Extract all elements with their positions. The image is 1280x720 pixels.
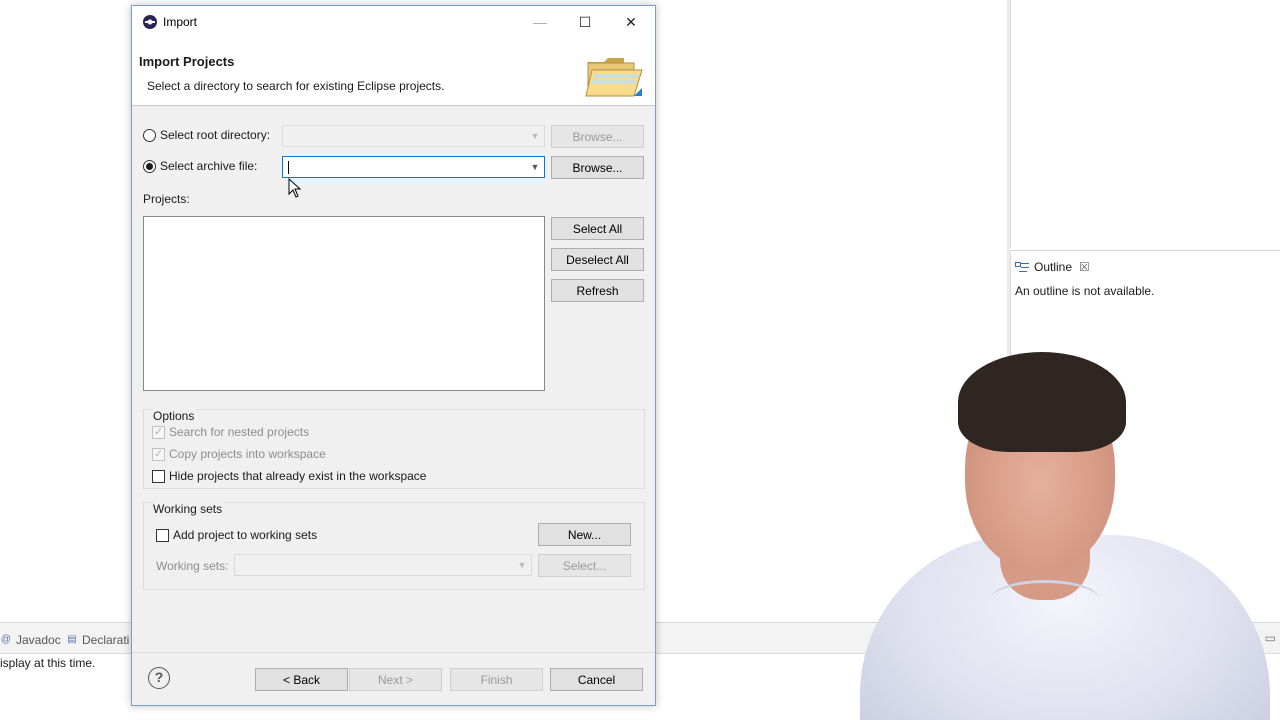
- hide-existing-label: Hide projects that already exist in the …: [169, 469, 427, 483]
- top-right-pane: [1010, 0, 1280, 248]
- tab-declaration[interactable]: ▤ Declarati: [66, 633, 129, 647]
- options-title: Options: [153, 409, 197, 423]
- text-caret: [288, 161, 289, 174]
- archive-file-radio[interactable]: [143, 159, 156, 173]
- tab-javadoc[interactable]: @ Javadoc: [0, 633, 61, 647]
- close-icon[interactable]: ☒: [1079, 260, 1090, 274]
- next-button: Next >: [349, 668, 442, 691]
- search-nested-checkbox: [152, 425, 165, 439]
- archive-file-combo[interactable]: ▼: [282, 156, 545, 178]
- tab-outline[interactable]: Outline ☒: [1015, 260, 1090, 274]
- deselect-all-button[interactable]: Deselect All: [551, 248, 644, 271]
- root-directory-radio[interactable]: [143, 128, 156, 142]
- webcam-overlay: [840, 330, 1280, 720]
- add-to-working-sets-option[interactable]: Add project to working sets: [156, 528, 317, 542]
- finish-button: Finish: [450, 668, 543, 691]
- root-browse-button: Browse...: [551, 125, 644, 148]
- archive-file-label: Select archive file:: [160, 159, 258, 173]
- dialog-titlebar[interactable]: Import — ☐ ✕: [132, 6, 655, 38]
- chevron-down-icon: ▼: [530, 131, 540, 141]
- maximize-button[interactable]: ☐: [562, 6, 608, 38]
- presenter-collar: [990, 580, 1100, 620]
- outline-tab-label: Outline: [1034, 260, 1073, 274]
- copy-projects-option: Copy projects into workspace: [152, 447, 326, 461]
- archive-browse-button[interactable]: Browse...: [551, 156, 644, 179]
- new-working-set-button[interactable]: New...: [538, 523, 631, 546]
- bottom-message: isplay at this time.: [0, 656, 96, 670]
- back-button[interactable]: < Back: [255, 668, 348, 691]
- root-directory-combo: ▼: [282, 125, 545, 147]
- projects-list[interactable]: [143, 216, 545, 391]
- working-sets-label: Working sets:: [156, 559, 229, 573]
- working-sets-combo: ▼: [234, 554, 532, 576]
- folder-icon: [585, 58, 643, 97]
- search-nested-option: Search for nested projects: [152, 425, 309, 439]
- refresh-button[interactable]: Refresh: [551, 279, 644, 302]
- wizard-banner: Import Projects Select a directory to se…: [132, 38, 655, 106]
- select-working-set-button: Select...: [538, 554, 631, 577]
- help-icon[interactable]: ?: [148, 667, 170, 689]
- add-to-working-sets-checkbox[interactable]: [156, 528, 169, 542]
- copy-projects-label: Copy projects into workspace: [169, 447, 326, 461]
- presenter-hair: [958, 352, 1126, 452]
- archive-file-option[interactable]: Select archive file:: [143, 159, 257, 173]
- copy-projects-checkbox: [152, 447, 165, 461]
- page-description: Select a directory to search for existin…: [147, 79, 445, 93]
- add-to-working-sets-label: Add project to working sets: [173, 528, 318, 542]
- mouse-cursor-icon: [288, 178, 302, 198]
- footer-separator: [132, 652, 655, 653]
- tab-declaration-label: Declarati: [82, 633, 130, 647]
- dialog-title: Import: [163, 15, 198, 29]
- cancel-button[interactable]: Cancel: [550, 668, 643, 691]
- page-title: Import Projects: [139, 54, 235, 69]
- javadoc-icon: @: [0, 634, 12, 645]
- chevron-down-icon[interactable]: ▼: [529, 160, 541, 174]
- options-group: Options Search for nested projects Copy …: [143, 409, 645, 489]
- root-directory-option[interactable]: Select root directory:: [143, 128, 270, 142]
- chevron-down-icon: ▼: [517, 560, 527, 570]
- close-button[interactable]: ✕: [608, 6, 654, 38]
- projects-label: Projects:: [143, 192, 190, 206]
- select-all-button[interactable]: Select All: [551, 217, 644, 240]
- tab-javadoc-label: Javadoc: [16, 633, 61, 647]
- working-sets-group: Working sets Add project to working sets…: [143, 502, 645, 590]
- search-nested-label: Search for nested projects: [169, 425, 310, 439]
- eclipse-icon: [143, 15, 157, 29]
- outline-message: An outline is not available.: [1015, 284, 1155, 298]
- minimize-button[interactable]: —: [517, 6, 563, 38]
- root-directory-label: Select root directory:: [160, 128, 271, 142]
- import-dialog: Import — ☐ ✕ Import Projects Select a di…: [131, 5, 656, 706]
- declaration-icon: ▤: [67, 634, 77, 645]
- hide-existing-checkbox[interactable]: [152, 469, 165, 483]
- hide-existing-option[interactable]: Hide projects that already exist in the …: [152, 469, 426, 483]
- working-sets-title: Working sets: [153, 502, 225, 516]
- outline-icon: [1015, 261, 1029, 273]
